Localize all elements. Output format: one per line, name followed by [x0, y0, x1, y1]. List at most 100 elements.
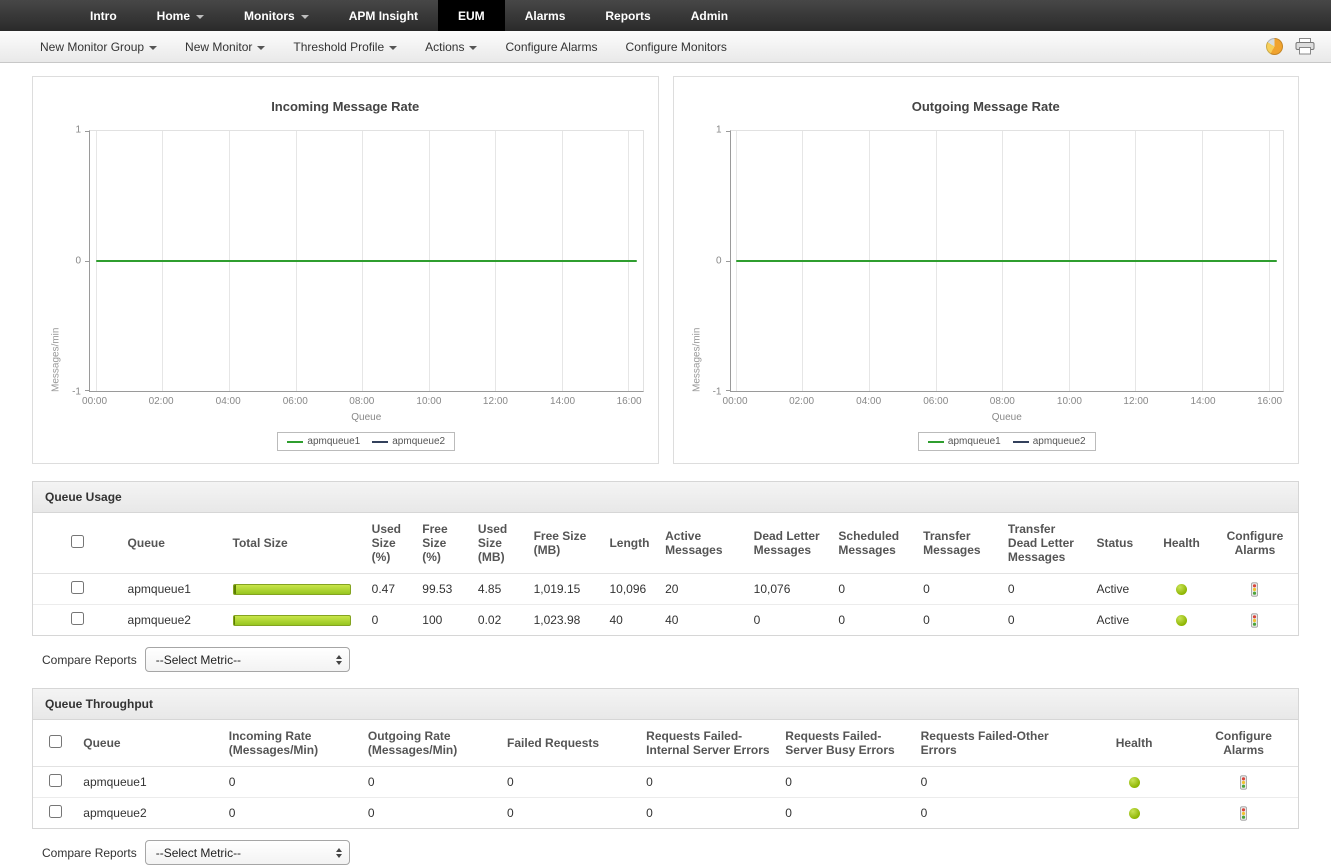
nav-apm-insight[interactable]: APM Insight	[329, 0, 438, 31]
threshold-profile-button[interactable]: Threshold Profile	[293, 39, 398, 54]
requests-failed-other-value: 0	[920, 806, 928, 820]
requests-failed-busy-value: 0	[779, 766, 915, 798]
col-free-size-pct: Free Size (%)	[416, 513, 472, 574]
new-monitor-group-label: New Monitor Group	[40, 39, 145, 54]
requests-failed-internal-value: 0	[640, 766, 780, 798]
col-outgoing-rate: Outgoing Rate (Messages/Min)	[361, 720, 502, 767]
row-checkbox[interactable]	[70, 581, 84, 594]
col-requests-failed-internal: Requests Failed-Internal Server Errors	[640, 720, 780, 767]
nav-intro-label: Intro	[90, 8, 117, 23]
row-checkbox[interactable]	[70, 612, 84, 625]
status-value: Active	[1090, 573, 1152, 605]
nav-admin[interactable]: Admin	[671, 0, 748, 31]
active-messages-value: 20	[659, 573, 748, 605]
section-title: Queue Usage	[33, 482, 1298, 513]
status-value: Active	[1096, 613, 1130, 627]
col-health: Health	[1079, 720, 1190, 767]
queue-throughput-section: Queue Throughput Queue Incoming Rate (Me…	[32, 688, 1299, 829]
select-arrows-icon	[335, 847, 342, 858]
nav-reports[interactable]: Reports	[585, 0, 670, 31]
configure-alarms-icon[interactable]	[1248, 582, 1261, 597]
y-axis-label: Messages/min	[691, 327, 702, 392]
incoming-rate-value: 0	[228, 806, 236, 820]
table-row: apmqueue1 0 0 0 0 0 0	[33, 766, 1298, 798]
used-size-segment	[233, 584, 236, 594]
select-all-checkbox[interactable]	[70, 535, 84, 548]
transfer-messages-value: 0	[917, 573, 1002, 605]
table-row: apmqueue2 0 0 0 0 0 0	[33, 798, 1298, 829]
col-used-size-pct: Used Size (%)	[365, 513, 417, 574]
select-arrows-icon	[335, 654, 342, 665]
outgoing-message-rate-chart: Outgoing Message Rate Messages/min 1 0 -…	[672, 76, 1299, 464]
configure-alarms-button[interactable]: Configure Alarms	[505, 40, 597, 54]
configure-alarms-icon[interactable]	[1237, 806, 1250, 821]
transfer-dead-letter-messages-value: 0	[1001, 573, 1091, 605]
select-all-checkbox[interactable]	[48, 735, 62, 748]
configure-alarms-icon[interactable]	[1248, 613, 1261, 628]
nav-alarms[interactable]: Alarms	[505, 0, 586, 31]
nav-apm-insight-label: APM Insight	[348, 8, 419, 23]
configure-alarms-icon[interactable]	[1237, 775, 1250, 790]
col-length: Length	[603, 513, 660, 574]
col-used-size-mb: Used Size (MB)	[471, 513, 528, 574]
nav-monitors[interactable]: Monitors	[224, 0, 329, 31]
col-total-size: Total Size	[226, 513, 366, 574]
col-health: Health	[1151, 513, 1212, 574]
nav-eum[interactable]: EUM	[438, 0, 505, 31]
row-checkbox[interactable]	[48, 805, 62, 818]
free-size-mb-value: 1,019.15	[527, 573, 604, 605]
x-axis-ticks: 00:00 02:00 04:00 06:00 08:00 10:00 12:0…	[82, 396, 642, 407]
x-axis-label: Queue	[991, 412, 1022, 423]
col-queue: Queue	[77, 720, 223, 767]
failed-requests-value: 0	[501, 766, 641, 798]
metric-select-value: --Select Metric--	[155, 845, 242, 860]
x-axis-label: Queue	[351, 412, 382, 423]
requests-failed-other-value: 0	[914, 766, 1080, 798]
queue-throughput-table: Queue Incoming Rate (Messages/Min) Outgo…	[33, 720, 1298, 828]
nav-home[interactable]: Home	[137, 0, 224, 31]
table-row: apmqueue1 0.47 99.53 4.85 1,019.15 10,09…	[33, 573, 1298, 605]
section-title: Queue Throughput	[33, 689, 1298, 720]
col-transfer-messages: Transfer Messages	[917, 513, 1002, 574]
legend-item-apmqueue2: apmqueue2	[1012, 436, 1086, 447]
series-color-swatch	[1012, 440, 1029, 443]
dead-letter-messages-value: 10,076	[747, 573, 833, 605]
col-configure-alarms: Configure Alarms	[1189, 720, 1298, 767]
requests-failed-internal-value: 0	[646, 806, 653, 820]
length-value: 40	[609, 613, 623, 627]
incoming-message-rate-chart: Incoming Message Rate Messages/min 1 0 -…	[32, 76, 659, 464]
plot-area	[725, 130, 1284, 392]
actions-button[interactable]: Actions	[425, 39, 478, 54]
metric-select[interactable]: --Select Metric--	[144, 840, 350, 865]
compare-reports-label: Compare Reports	[42, 845, 137, 860]
health-ok-icon	[1128, 808, 1140, 820]
col-failed-requests: Failed Requests	[501, 720, 641, 767]
queue-usage-compare-reports: Compare Reports --Select Metric--	[42, 647, 1299, 672]
series-color-swatch	[927, 440, 944, 443]
print-icon[interactable]	[1295, 38, 1315, 55]
row-checkbox[interactable]	[48, 774, 62, 787]
chevron-down-icon	[300, 14, 309, 19]
col-transfer-dead-letter-messages: Transfer Dead Letter Messages	[1001, 513, 1091, 574]
compare-reports-label: Compare Reports	[42, 652, 137, 667]
series-color-swatch	[372, 440, 389, 443]
used-size-pct-value: 0.47	[365, 573, 417, 605]
nav-intro[interactable]: Intro	[70, 0, 137, 31]
chevron-down-icon	[469, 45, 478, 50]
col-queue: Queue	[121, 513, 227, 574]
threshold-profile-label: Threshold Profile	[293, 39, 385, 54]
actions-label: Actions	[425, 39, 465, 54]
metric-select[interactable]: --Select Metric--	[144, 647, 350, 672]
new-monitor-group-button[interactable]: New Monitor Group	[40, 39, 158, 54]
used-size-mb-value: 0.02	[477, 613, 502, 627]
chevron-down-icon	[257, 45, 266, 50]
legend-item-apmqueue1: apmqueue1	[287, 436, 360, 447]
failed-requests-value: 0	[507, 806, 514, 820]
top-navigation: Intro Home Monitors APM Insight EUM Alar…	[0, 0, 1331, 31]
theme-icon[interactable]	[1266, 38, 1283, 55]
total-size-bar	[232, 614, 351, 626]
transfer-messages-value: 0	[923, 613, 930, 627]
configure-monitors-button[interactable]: Configure Monitors	[626, 40, 727, 54]
new-monitor-button[interactable]: New Monitor	[185, 40, 266, 54]
chart-title: Outgoing Message Rate	[911, 99, 1060, 114]
